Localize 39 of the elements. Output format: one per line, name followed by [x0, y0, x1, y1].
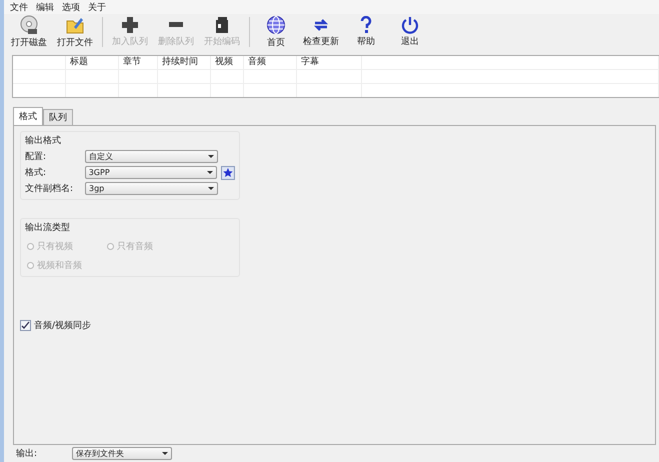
- dropdown[interactable]: 自定义: [85, 150, 218, 163]
- field-label: 文件副档名:: [25, 182, 74, 195]
- help-icon: [359, 16, 373, 34]
- toolbar-button[interactable]: 首页: [254, 15, 298, 49]
- column-header[interactable]: 标题: [66, 56, 119, 69]
- checkbox-label[interactable]: 音频/视频同步: [34, 319, 92, 332]
- menu-item[interactable]: 选项: [60, 0, 82, 14]
- menu-item[interactable]: 关于: [86, 0, 108, 14]
- group-title: 输出流类型: [25, 222, 71, 234]
- star-icon[interactable]: [221, 166, 235, 180]
- menu-item[interactable]: 文件: [8, 0, 30, 14]
- checkmark-icon: [21, 321, 30, 330]
- field-label: 输出:: [16, 448, 38, 460]
- column-header[interactable]: 视频: [211, 56, 244, 69]
- dropdown[interactable]: 3GPP: [84, 166, 218, 179]
- field-label: 配置:: [25, 150, 48, 163]
- group-title: 输出格式: [25, 134, 62, 147]
- menu-item[interactable]: 编辑: [34, 0, 56, 14]
- film-icon: [214, 16, 230, 34]
- toolbar-button[interactable]: 退出: [388, 16, 432, 48]
- tab[interactable]: 队列: [43, 109, 73, 125]
- toolbar-button[interactable]: 打开磁盘: [6, 15, 52, 49]
- column-header[interactable]: 章节: [119, 56, 158, 69]
- toolbar-button[interactable]: 检查更新: [298, 16, 344, 48]
- tab[interactable]: 格式: [13, 107, 43, 125]
- column-header[interactable]: 字幕: [297, 56, 362, 69]
- checkbox[interactable]: [20, 320, 31, 331]
- dropdown[interactable]: 保存到文件夹: [72, 447, 172, 460]
- column-header[interactable]: 音频: [244, 56, 297, 69]
- field-label: 格式:: [25, 166, 48, 179]
- plus-icon: [121, 16, 139, 34]
- dropdown[interactable]: 3gp: [85, 182, 218, 195]
- toolbar-button[interactable]: 帮助: [344, 16, 388, 48]
- toolbar-button[interactable]: 打开文件: [52, 15, 98, 49]
- power-icon: [401, 16, 419, 34]
- globe-icon: [266, 15, 286, 35]
- minus-icon: [169, 22, 183, 27]
- folder-icon: [65, 15, 85, 35]
- column-header[interactable]: 持续时间: [158, 56, 211, 69]
